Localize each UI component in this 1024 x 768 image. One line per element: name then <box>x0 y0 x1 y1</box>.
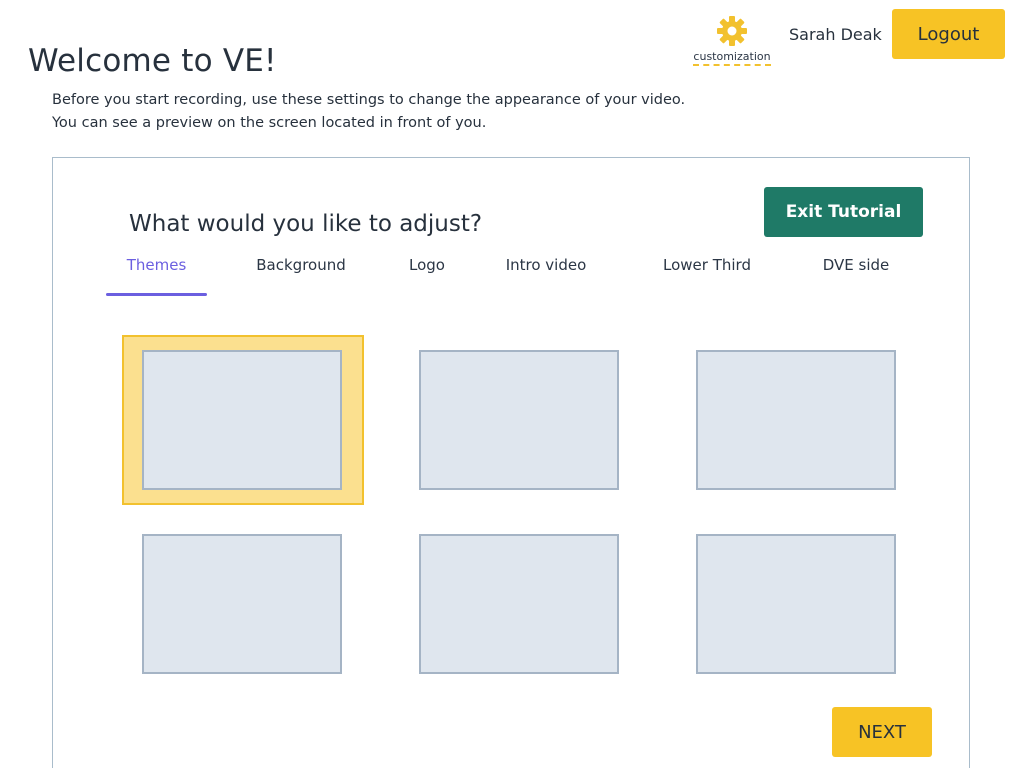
intro-line-1: Before you start recording, use these se… <box>52 92 686 108</box>
theme-option-2[interactable] <box>419 350 619 490</box>
page: Welcome to VE! customization Sarah Deak … <box>0 0 1024 768</box>
theme-option-5[interactable] <box>419 534 619 674</box>
tab-themes[interactable]: Themes <box>106 256 207 296</box>
theme-option-6[interactable] <box>696 534 896 674</box>
tab-dve-side[interactable]: DVE side <box>815 256 897 296</box>
exit-tutorial-button[interactable]: Exit Tutorial <box>764 187 923 237</box>
tab-lower-third[interactable]: Lower Third <box>653 256 761 296</box>
gear-icon <box>717 16 747 46</box>
tab-background[interactable]: Background <box>245 256 357 296</box>
customization-label: customization <box>693 50 771 66</box>
panel-heading: What would you like to adjust? <box>129 211 483 238</box>
theme-option-1[interactable] <box>142 350 342 490</box>
intro-line-2: You can see a preview on the screen loca… <box>52 115 487 131</box>
theme-option-3[interactable] <box>696 350 896 490</box>
customization-button[interactable]: customization <box>688 14 776 70</box>
next-button[interactable]: NEXT <box>832 707 932 757</box>
theme-option-4[interactable] <box>142 534 342 674</box>
logout-button[interactable]: Logout <box>892 9 1005 59</box>
page-title: Welcome to VE! <box>28 42 277 79</box>
tab-intro-video[interactable]: Intro video <box>497 256 595 296</box>
tab-logo[interactable]: Logo <box>395 256 459 296</box>
tab-bar: Themes Background Logo Intro video Lower… <box>53 256 971 300</box>
user-name: Sarah Deak <box>789 25 882 44</box>
intro-text: Before you start recording, use these se… <box>52 89 685 135</box>
customization-panel: What would you like to adjust? Exit Tuto… <box>52 157 970 768</box>
